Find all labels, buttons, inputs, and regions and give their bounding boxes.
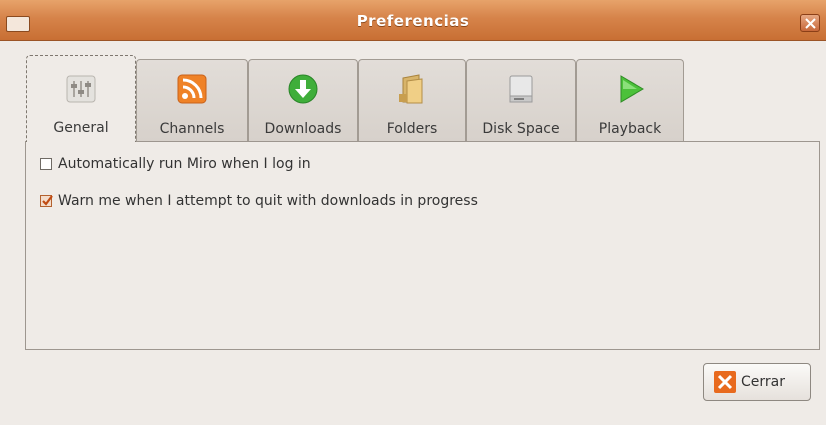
download-arrow-icon [286,72,320,106]
tab-general[interactable]: General [26,55,136,142]
general-tab-page: Automatically run Miro when I log in War… [25,141,820,350]
tab-label: Downloads [264,121,342,137]
tab-label: Playback [598,121,662,137]
title-bar[interactable]: Preferencias [0,0,826,41]
rss-feed-icon [175,72,209,106]
tab-channels[interactable]: Channels [136,59,248,141]
preferences-sliders-icon [64,72,98,106]
tab-disk-space[interactable]: Disk Space [466,59,576,141]
run-on-login-checkbox[interactable] [40,158,52,170]
run-on-login-label[interactable]: Automatically run Miro when I log in [58,156,311,172]
play-icon [613,72,647,106]
window-close-button[interactable] [800,14,820,32]
window-title: Preferencias [356,12,470,30]
run-on-login-option[interactable]: Automatically run Miro when I log in [40,155,311,173]
checkmark-icon [42,195,53,206]
folder-icon [395,72,429,106]
tab-label: Disk Space [482,121,560,137]
tab-playback[interactable]: Playback [576,59,684,141]
warn-on-quit-option[interactable]: Warn me when I attempt to quit with down… [40,192,478,210]
close-icon [714,371,736,393]
tab-label: General [53,120,109,136]
warn-on-quit-checkbox[interactable] [40,195,53,207]
tab-folders[interactable]: Folders [358,59,466,141]
tab-downloads[interactable]: Downloads [248,59,358,141]
tab-label: Channels [159,121,225,137]
hard-disk-icon [504,72,538,106]
warn-on-quit-label[interactable]: Warn me when I attempt to quit with down… [58,193,478,209]
close-icon [805,18,816,29]
tab-label: Folders [386,121,438,137]
close-button[interactable]: Cerrar [703,363,811,401]
preferences-window: Preferencias General Channels Downloads … [0,0,826,425]
close-button-label: Cerrar [741,374,785,390]
